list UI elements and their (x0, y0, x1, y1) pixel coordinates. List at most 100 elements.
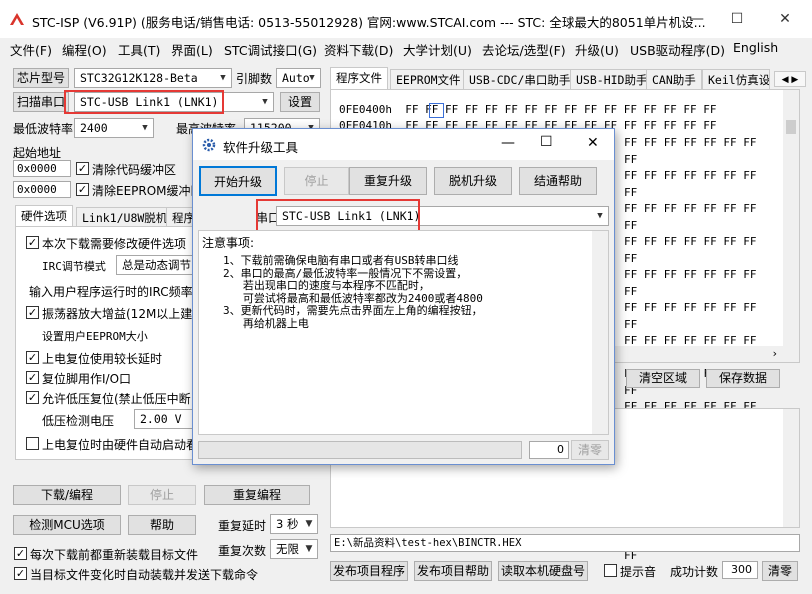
tab-can[interactable]: CAN助手 (646, 69, 702, 89)
notes-text: 1、下载前需确保电脑有串口或者有USB转串口线 2、串口的最高/最低波特率一般情况… (223, 254, 483, 330)
repeat-upgrade-button[interactable]: 重复升级 (349, 167, 427, 195)
chevron-down-icon: ▼ (305, 519, 313, 529)
help-button[interactable]: 帮助 (128, 515, 196, 535)
hex-bytes-row: FF FF FF FF FF FF FF FF (624, 202, 757, 232)
hex-vertical-scrollbar[interactable] (783, 90, 799, 346)
clear-code-checkbox[interactable]: ✓ (76, 162, 89, 175)
tab-eeprom-file[interactable]: EEPROM文件 (390, 69, 467, 89)
scroll-right-icon[interactable]: › (773, 347, 777, 360)
read-disk-serial-button[interactable]: 读取本机硬盘号 (498, 561, 588, 581)
success-count-value[interactable]: 300 (722, 561, 758, 579)
scrollbar-thumb[interactable] (786, 120, 796, 134)
dialog-close-button[interactable]: ✕ (587, 135, 599, 151)
irc-mode-select[interactable]: 总是动态调节 (116, 255, 194, 275)
oscillator-gain-checkbox[interactable]: ✓ (26, 306, 39, 319)
repeat-program-button[interactable]: 重复编程 (204, 485, 310, 505)
clear-eeprom-checkbox[interactable]: ✓ (76, 183, 89, 196)
publish-help-button[interactable]: 发布项目帮助 (414, 561, 492, 581)
dialog-clear-button[interactable]: 清零 (571, 440, 609, 460)
min-baud-select[interactable]: 2400 ▼ (74, 118, 154, 138)
window-title-bar[interactable]: STC-ISP (V6.91P) (服务电话/销售电话: 0513-550129… (0, 0, 812, 38)
menu-upgrade[interactable]: 升级(U) (575, 40, 619, 59)
menu-download-docs[interactable]: 资料下载(D) (324, 40, 393, 59)
menu-english[interactable]: English (733, 40, 778, 55)
start-upgrade-button[interactable]: 开始升级 (199, 166, 277, 196)
tab-usb-hid[interactable]: USB-HID助手 (570, 69, 654, 89)
code-address-input[interactable]: 0x0000 (13, 160, 71, 177)
modify-hardware-checkbox[interactable]: ✓ (26, 236, 39, 249)
hex-bytes-row: FF FF FF FF FF FF FF FF (624, 268, 757, 298)
dialog-port-value: STC-USB Link1 (LNK1) (282, 209, 421, 223)
pins-select[interactable]: Auto ▼ (276, 68, 321, 88)
menu-interface[interactable]: 界面(L) (171, 40, 213, 59)
start-address-label: 起始地址 (13, 146, 62, 160)
lvd-voltage-select[interactable]: 2.00 V (134, 409, 194, 429)
tab-usb-cdc[interactable]: USB-CDC/串口助手 (463, 69, 577, 89)
lvd-voltage-value: 2.00 V (140, 412, 182, 426)
window-title: STC-ISP (V6.91P) (服务电话/销售电话: 0513-550129… (32, 15, 706, 30)
repeat-delay-select[interactable]: 3 秒 ▼ (270, 514, 318, 534)
download-program-button[interactable]: 下载/编程 (13, 485, 121, 505)
clear-area-button[interactable]: 清空区域 (626, 369, 700, 388)
notes-scrollbar[interactable] (592, 231, 608, 434)
beep-label: 提示音 (620, 565, 657, 579)
chip-model-select[interactable]: STC32G12K128-Beta ▼ (74, 68, 232, 88)
low-voltage-reset-checkbox[interactable]: ✓ (26, 391, 39, 404)
menu-forum[interactable]: 去论坛/选型(F) (482, 40, 566, 59)
menu-usb-driver[interactable]: USB驱动程序(D) (630, 40, 725, 59)
note-line: 再给机器上电 (223, 316, 309, 330)
menu-program[interactable]: 编程(O) (62, 40, 107, 59)
menu-university[interactable]: 大学计划(U) (403, 40, 472, 59)
power-delay-label: 上电复位使用较长延时 (42, 352, 163, 366)
port-select[interactable]: STC-USB Link1 (LNK1) ▼ (74, 92, 274, 112)
offline-upgrade-button[interactable]: 脱机升级 (434, 167, 512, 195)
oscillator-gain-label: 振荡器放大增益(12M以上建议 (42, 307, 205, 321)
dialog-minimize-button[interactable]: — (501, 135, 515, 151)
tab-scroll-arrows[interactable]: ◀ ▶ (774, 71, 806, 87)
menu-file[interactable]: 文件(F) (10, 40, 52, 59)
stop-upgrade-button[interactable]: 停止 (284, 167, 349, 195)
pins-label: 引脚数 (236, 72, 273, 86)
tab-hardware-options[interactable]: 硬件选项 (15, 205, 73, 227)
clear-code-label: 清除代码缓冲区 (92, 163, 177, 177)
file-path-field[interactable]: E:\新品资料\test-hex\BINCTR.HEX (330, 534, 800, 552)
chip-model-label-button[interactable]: 芯片型号 (13, 68, 69, 88)
dialog-port-select[interactable]: STC-USB Link1 (LNK1) ▼ (276, 206, 609, 226)
dialog-title: 软件升级工具 (223, 140, 299, 155)
repeat-count-select[interactable]: 无限 ▼ (270, 539, 318, 559)
beep-checkbox[interactable] (604, 564, 617, 577)
reload-before-download-checkbox[interactable]: ✓ (14, 547, 27, 560)
power-delay-checkbox[interactable]: ✓ (26, 351, 39, 364)
settings-button[interactable]: 设置 (280, 92, 320, 112)
notes-panel[interactable]: 注意事项: 1、下载前需确保电脑有串口或者有USB转串口线 2、串口的最高/最低波… (198, 230, 609, 435)
lvd-voltage-label: 低压检测电压 (42, 414, 115, 428)
upgrade-count-field[interactable]: 0 (529, 441, 569, 459)
repeat-delay-value: 3 秒 (276, 517, 299, 531)
detect-mcu-button[interactable]: 检测MCU选项 (13, 515, 121, 535)
scan-port-button[interactable]: 扫描串口 (13, 92, 69, 112)
close-button[interactable]: ✕ (762, 0, 808, 38)
irc-mode-value: 总是动态调节 (122, 258, 191, 272)
dialog-maximize-button[interactable]: ☐ (540, 134, 553, 150)
log-scrollbar[interactable] (783, 409, 799, 527)
publish-program-button[interactable]: 发布项目程序 (330, 561, 408, 581)
tab-link1-offline[interactable]: Link1/U8W脱机 (76, 207, 174, 227)
reset-pin-io-checkbox[interactable]: ✓ (26, 371, 39, 384)
help-upgrade-button[interactable]: 结通帮助 (519, 167, 597, 195)
auto-reload-checkbox[interactable]: ✓ (14, 567, 27, 580)
eeprom-address-input[interactable]: 0x0000 (13, 181, 71, 198)
dialog-title-bar[interactable]: 软件升级工具 — ☐ ✕ (193, 129, 614, 160)
maximize-button[interactable]: ☐ (714, 0, 760, 38)
tab-program-file[interactable]: 程序文件 (330, 67, 388, 89)
stop-button[interactable]: 停止 (128, 485, 196, 505)
chevron-down-icon: ▼ (309, 73, 315, 83)
hardware-watchdog-checkbox[interactable] (26, 437, 39, 450)
tab-keil[interactable]: Keil仿真设 (702, 69, 770, 89)
clear-eeprom-label: 清除EEPROM缓冲区 (92, 184, 203, 198)
note-line: 1、下载前需确保电脑有串口或者有USB转串口线 (223, 254, 459, 267)
menu-tools[interactable]: 工具(T) (118, 40, 160, 59)
clear-count-button[interactable]: 清零 (762, 561, 798, 581)
menu-debug[interactable]: STC调试接口(G) (224, 40, 317, 59)
min-baud-label: 最低波特率 (13, 122, 74, 136)
save-data-button[interactable]: 保存数据 (706, 369, 780, 388)
